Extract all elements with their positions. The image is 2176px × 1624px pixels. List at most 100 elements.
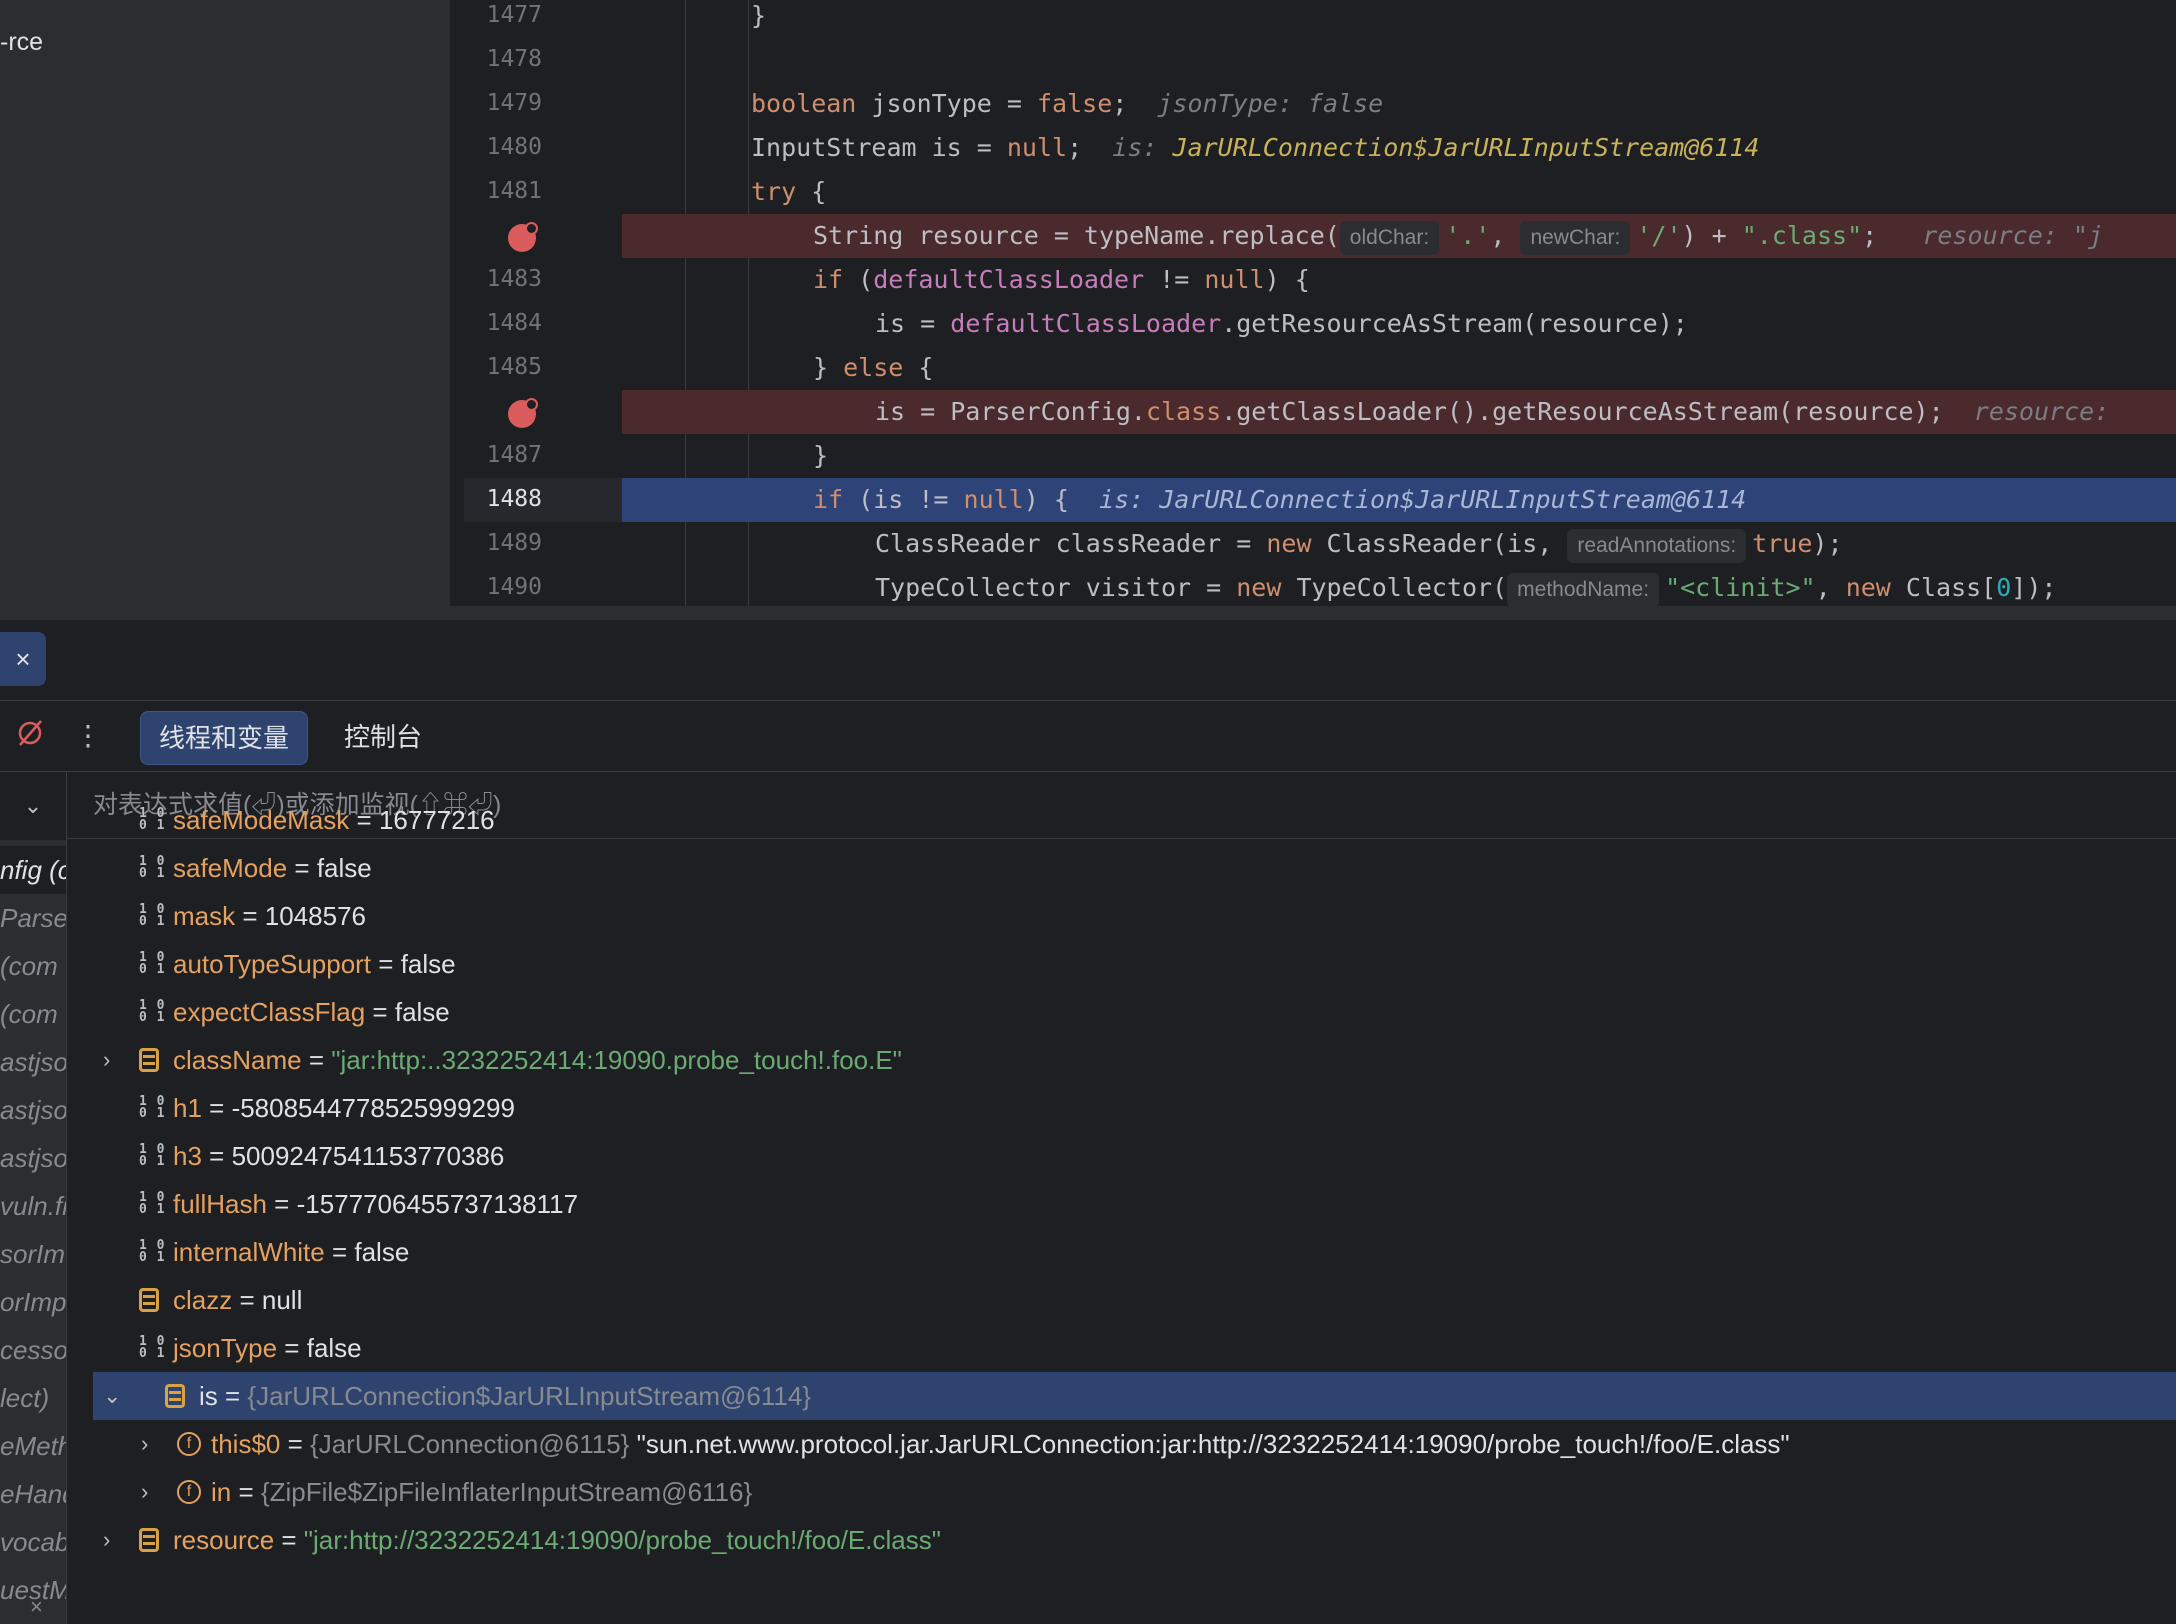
frame-item[interactable]: nfig (c xyxy=(0,846,66,894)
more-options-icon[interactable]: ⋮ xyxy=(74,719,102,752)
variable-text: h3 = 5009247541153770386 xyxy=(173,1132,504,1180)
frame-item[interactable]: lect) xyxy=(0,1374,66,1422)
code-line[interactable]: 1477 } xyxy=(464,0,2176,38)
frame-item[interactable]: eMeth xyxy=(0,1422,66,1470)
param-hint: readAnnotations: xyxy=(1567,529,1747,563)
variable-name: mask xyxy=(173,901,236,931)
frame-item[interactable]: vuln.fi xyxy=(0,1182,66,1230)
variable-row[interactable]: 1 00 1 safeModeMask = 16777216 xyxy=(67,796,2176,844)
gutter[interactable]: 1480 xyxy=(464,126,622,170)
collapse-chevron-icon[interactable]: ⌄ xyxy=(103,1372,129,1420)
code-line[interactable]: 1489 ClassReader classReader = new Class… xyxy=(464,522,2176,566)
tab-console[interactable]: 控制台 xyxy=(326,711,440,763)
frame-item[interactable]: astjso xyxy=(0,1134,66,1182)
variable-text: in = {ZipFile$ZipFileInflaterInputStream… xyxy=(211,1468,752,1516)
code-line[interactable]: 1487 } xyxy=(464,434,2176,478)
variable-row[interactable]: 1 00 1 h1 = -5808544778525999299 xyxy=(67,1084,2176,1132)
variable-row[interactable]: 1 00 1 expectClassFlag = false xyxy=(67,988,2176,1036)
object-type-icon xyxy=(139,1048,159,1072)
code-text: } xyxy=(813,441,829,470)
variable-row[interactable]: ⌄ is = {JarURLConnection$JarURLInputStrea… xyxy=(93,1372,2176,1420)
gutter[interactable]: 1489 xyxy=(464,522,622,566)
variable-child-row[interactable]: › f this$0 = {JarURLConnection@6115} "sun.… xyxy=(67,1420,2176,1468)
frame-item[interactable]: astjso xyxy=(0,1086,66,1134)
close-session-button[interactable]: × xyxy=(0,632,46,686)
frame-item[interactable]: Parser xyxy=(0,894,66,942)
variable-row[interactable]: › className = "jar:http:..3232252414:1909… xyxy=(67,1036,2176,1084)
gutter[interactable]: 1479 xyxy=(464,82,622,126)
close-icon[interactable]: × xyxy=(30,1594,43,1620)
variable-value: false xyxy=(316,853,372,883)
expand-chevron-icon[interactable]: › xyxy=(141,1468,167,1516)
variable-row[interactable]: 1 00 1 fullHash = -1577706455737138117 xyxy=(67,1180,2176,1228)
code-line-breakpoint[interactable]: is = ParserConfig.class.getClassLoader()… xyxy=(464,390,2176,434)
variable-value: 5009247541153770386 xyxy=(231,1141,505,1171)
code-line[interactable]: 1478 xyxy=(464,38,2176,82)
breakpoint-icon[interactable] xyxy=(508,398,538,428)
gutter[interactable]: 1490 xyxy=(464,566,622,606)
inline-debug-value[interactable]: is: JarURLConnection$JarURLInputStream@6… xyxy=(1112,133,1759,162)
variable-value: false xyxy=(354,1237,410,1267)
frame-item[interactable]: (com xyxy=(0,942,66,990)
variable-child-row[interactable]: › f in = {ZipFile$ZipFileInflaterInputStre… xyxy=(67,1468,2176,1516)
variable-row[interactable]: 1 00 1 safeMode = false xyxy=(67,844,2176,892)
gutter[interactable]: 1488 xyxy=(464,478,622,522)
equals-sign: = xyxy=(349,805,379,835)
line-number: 1490 xyxy=(486,574,542,600)
code-line-breakpoint[interactable]: String resource = typeName.replace(oldCh… xyxy=(464,214,2176,258)
expand-chevron-icon[interactable]: › xyxy=(103,1516,129,1564)
code-line[interactable]: 1484 is = defaultClassLoader.getResource… xyxy=(464,302,2176,346)
variable-row[interactable]: 1 00 1 internalWhite = false xyxy=(67,1228,2176,1276)
variable-row[interactable]: 1 00 1 jsonType = false xyxy=(67,1324,2176,1372)
equals-sign: = xyxy=(365,997,395,1027)
expand-chevron-icon[interactable]: › xyxy=(103,1036,129,1084)
code-line[interactable]: 1485 } else { xyxy=(464,346,2176,390)
frame-item[interactable]: eHand xyxy=(0,1470,66,1518)
variable-name: h3 xyxy=(173,1141,202,1171)
variable-text: expectClassFlag = false xyxy=(173,988,450,1036)
param-hint: methodName: xyxy=(1507,573,1660,606)
gutter[interactable] xyxy=(464,390,622,434)
gutter[interactable]: 1483 xyxy=(464,258,622,302)
frame-item[interactable]: orImpl xyxy=(0,1278,66,1326)
variable-row[interactable]: 1 00 1 mask = 1048576 xyxy=(67,892,2176,940)
gutter[interactable]: 1487 xyxy=(464,434,622,478)
code-line[interactable]: 1490 TypeCollector visitor = new TypeCol… xyxy=(464,566,2176,606)
gutter[interactable]: 1485 xyxy=(464,346,622,390)
chevron-down-icon[interactable]: ⌄ xyxy=(0,772,66,840)
project-tree-label[interactable]: -rce xyxy=(0,28,43,57)
gutter[interactable]: 1484 xyxy=(464,302,622,346)
inline-debug-value[interactable]: is: JarURLConnection$JarURLInputStream@6… xyxy=(1099,485,1746,514)
horizontal-splitter[interactable] xyxy=(0,606,2176,620)
code-line[interactable]: 1481 try { xyxy=(464,170,2176,214)
variable-row[interactable]: 1 00 1 h3 = 5009247541153770386 xyxy=(67,1132,2176,1180)
frame-item[interactable]: sorIm xyxy=(0,1230,66,1278)
gutter[interactable]: 1481 xyxy=(464,170,622,214)
frame-item[interactable]: vocab xyxy=(0,1518,66,1566)
expand-chevron-icon[interactable]: › xyxy=(141,1420,167,1468)
frame-item[interactable]: astjso xyxy=(0,1038,66,1086)
gutter[interactable]: 1477 xyxy=(464,0,622,38)
inline-debug-value[interactable]: resource: "j xyxy=(1922,221,2103,250)
line-number: 1489 xyxy=(486,530,542,556)
breakpoint-icon[interactable] xyxy=(508,222,538,252)
code-line[interactable]: 1479 boolean jsonType = false; jsonType:… xyxy=(464,82,2176,126)
code-line-current-execution[interactable]: 1488 if (is != null) { is: JarURLConnect… xyxy=(464,478,2176,522)
variable-row[interactable]: 1 00 1 autoTypeSupport = false xyxy=(67,940,2176,988)
inline-debug-value[interactable]: resource: xyxy=(1974,397,2109,426)
gutter[interactable] xyxy=(464,214,622,258)
tab-threads-and-variables[interactable]: 线程和变量 xyxy=(140,711,309,765)
variable-value: "jar:http://3232252414:19090/probe_touch… xyxy=(303,1525,941,1555)
mute-breakpoints-icon[interactable] xyxy=(14,717,46,754)
variable-value: false xyxy=(394,997,450,1027)
variable-value: 1048576 xyxy=(264,901,366,931)
frame-item[interactable]: (com xyxy=(0,990,66,1038)
vertical-splitter[interactable] xyxy=(450,0,464,606)
code-line[interactable]: 1480 InputStream is = null; is: JarURLCo… xyxy=(464,126,2176,170)
code-editor[interactable]: 1477 } 1478 1479 boolean jsonType = fals… xyxy=(464,0,2176,606)
frame-item[interactable]: cessor xyxy=(0,1326,66,1374)
code-line[interactable]: 1483 if (defaultClassLoader != null) { xyxy=(464,258,2176,302)
variable-row[interactable]: › resource = "jar:http://3232252414:19090… xyxy=(67,1516,2176,1564)
variable-row[interactable]: clazz = null xyxy=(67,1276,2176,1324)
gutter[interactable]: 1478 xyxy=(464,38,622,82)
